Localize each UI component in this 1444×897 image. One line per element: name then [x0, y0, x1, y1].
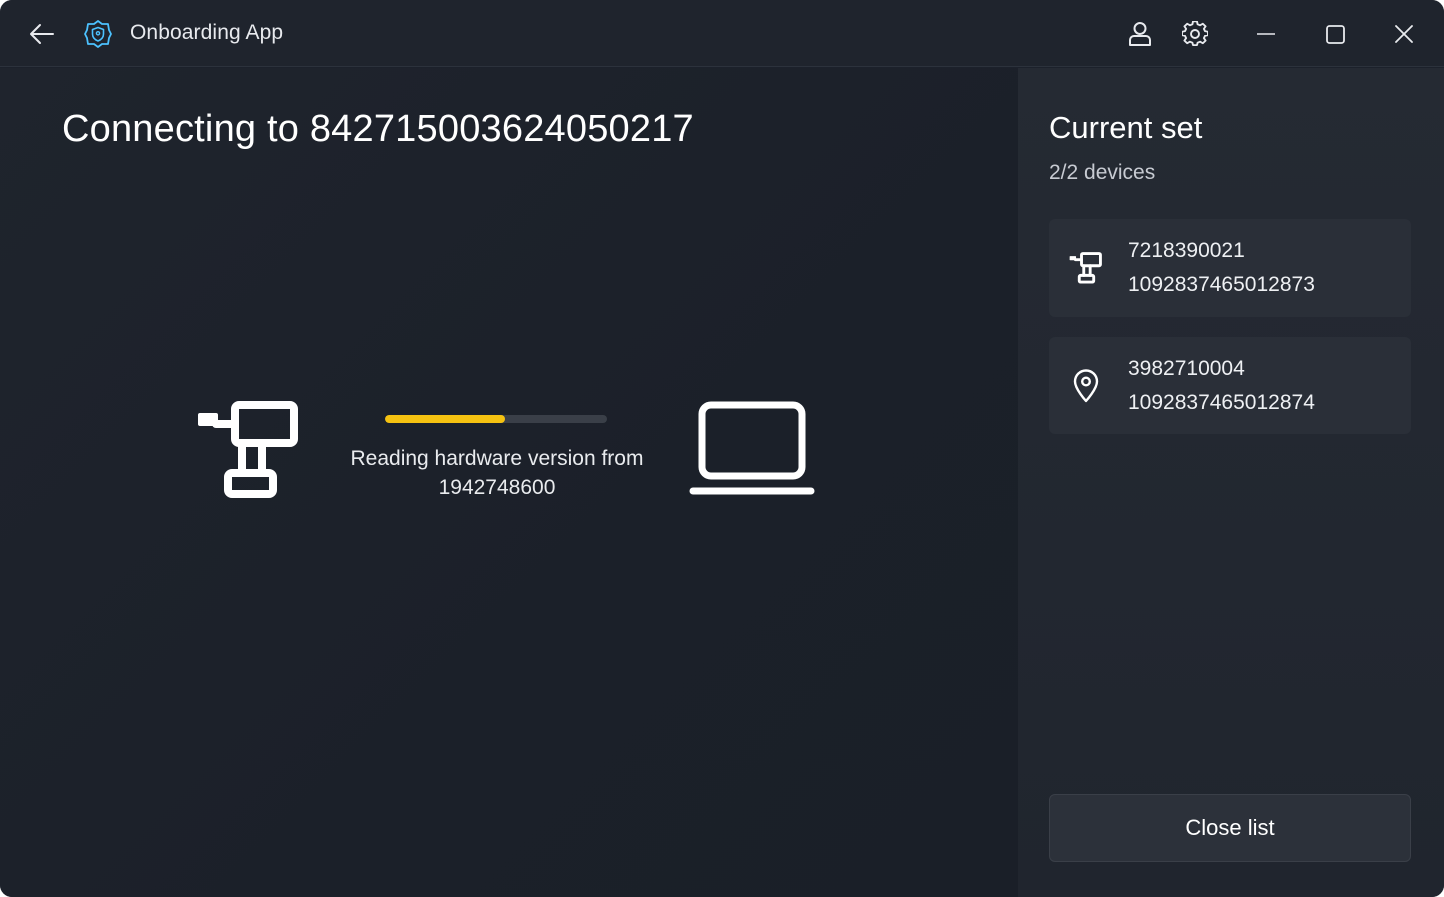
laptop-icon: [689, 401, 815, 495]
title-bar: Onboarding App: [0, 0, 1444, 67]
close-list-button[interactable]: Close list: [1049, 794, 1411, 862]
device-card[interactable]: 7218390021 1092837465012873: [1049, 219, 1411, 317]
device-icon: [1069, 251, 1103, 285]
device-serial: 1092837465012873: [1128, 273, 1315, 296]
current-set-panel: Current set 2/2 devices 7218390021 10928…: [1018, 68, 1444, 897]
close-icon: [1395, 25, 1413, 43]
arrow-left-icon: [30, 24, 54, 44]
gear-icon: [1182, 21, 1208, 46]
device-serial: 1092837465012874: [1128, 391, 1315, 414]
device-icon: [1069, 369, 1103, 403]
device-count: 2/2 devices: [1049, 161, 1156, 184]
progress-message: Reading hardware version from 1942748600: [350, 447, 644, 499]
page-title: Connecting to 842715003624050217: [62, 108, 694, 150]
power-drill-icon: [198, 401, 298, 498]
device-id: 3982710004: [1128, 357, 1245, 380]
panel-title: Current set: [1049, 110, 1203, 145]
user-icon: [1129, 22, 1151, 46]
maximize-button[interactable]: [1315, 16, 1355, 52]
app-title: Onboarding App: [130, 21, 284, 44]
user-button[interactable]: [1120, 16, 1160, 52]
minimize-button[interactable]: [1246, 16, 1286, 52]
progress-bar: [385, 415, 607, 423]
back-button[interactable]: [22, 16, 62, 52]
device-id: 7218390021: [1128, 239, 1245, 262]
app-window: Onboarding App Connecting to 84271500362…: [0, 0, 1444, 897]
progress-fill: [385, 415, 505, 423]
settings-button[interactable]: [1175, 16, 1215, 52]
power-drill-icon: [1069, 252, 1102, 284]
main-content: Connecting to 842715003624050217 Reading…: [0, 68, 1018, 897]
location-pin-icon: [1073, 369, 1099, 403]
shield-icon: [84, 20, 112, 48]
maximize-icon: [1325, 24, 1345, 44]
app-logo: [82, 18, 114, 50]
device-card[interactable]: 3982710004 1092837465012874: [1049, 337, 1411, 434]
close-window-button[interactable]: [1384, 16, 1424, 52]
minimize-icon: [1257, 33, 1275, 35]
